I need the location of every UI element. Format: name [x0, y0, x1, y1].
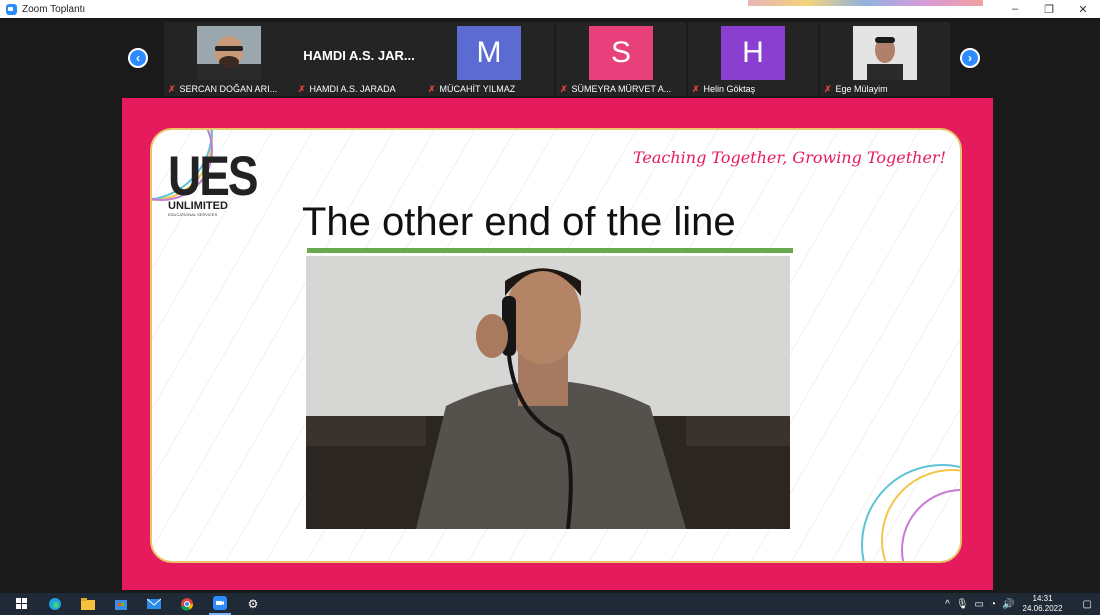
- participant-name: Helin Göktaş: [703, 84, 756, 94]
- ues-logo: UES UNLIMITED EDUCATIONAL SERVICES: [168, 144, 259, 217]
- wifi-icon[interactable]: ◔: [990, 599, 996, 610]
- chevron-right-icon: ›: [968, 51, 972, 65]
- participant-tile[interactable]: ✗ SERCAN DOĞAN ARI...: [164, 22, 294, 96]
- logo-subtext: EDUCATIONAL SERVICES: [168, 212, 218, 217]
- clock-time: 14:31: [1032, 594, 1053, 603]
- muted-mic-icon: ✗: [168, 83, 176, 94]
- title-underline: [307, 248, 793, 253]
- participant-avatar: S: [589, 26, 653, 80]
- shared-screen: UES UNLIMITED EDUCATIONAL SERVICES Teach…: [122, 98, 993, 590]
- chrome-icon[interactable]: [176, 593, 198, 615]
- participant-display-name: HAMDI A.S. JAR...: [303, 48, 415, 63]
- close-button[interactable]: ✕: [1066, 0, 1100, 18]
- participant-photo: [197, 26, 261, 80]
- participant-strip: ‹ ✗ SERCAN DOĞAN ARI... HAMDI A.S. JAR...…: [0, 18, 1100, 98]
- volume-icon[interactable]: 🔊: [1002, 599, 1014, 610]
- participant-name: Ege Mülayim: [835, 84, 888, 94]
- muted-mic-icon: ✗: [560, 83, 568, 94]
- participant-avatar: H: [721, 26, 785, 80]
- decorative-arcs-icon: [861, 464, 960, 561]
- settings-gear-icon[interactable]: ⚙: [242, 593, 264, 615]
- participant-tile[interactable]: H ✗ Helin Göktaş: [688, 22, 818, 96]
- slide-image: [306, 256, 790, 529]
- logo-text: UES: [168, 144, 259, 207]
- windows-taskbar: ⚙ ^ 🎙 ▭ ◔ 🔊 14:31 24.06.2022 ▢: [0, 593, 1100, 615]
- participant-tile[interactable]: ✗ Ege Mülayim: [820, 22, 950, 96]
- decorative-banner: [748, 0, 983, 6]
- window-title: Zoom Toplantı: [22, 3, 86, 15]
- participant-tile[interactable]: HAMDI A.S. JAR... ✗ HAMDI A.S. JARADA: [294, 22, 424, 96]
- title-bar: Zoom Toplantı – ❐ ✕: [0, 0, 1100, 18]
- system-tray: ^ 🎙 ▭ ◔ 🔊 14:31 24.06.2022 ▢: [939, 593, 1100, 615]
- edge-browser-icon[interactable]: [44, 593, 66, 615]
- next-page-button[interactable]: ›: [960, 48, 980, 68]
- slide-tagline: Teaching Together, Growing Together!: [632, 148, 946, 167]
- muted-mic-icon: ✗: [298, 83, 306, 94]
- taskbar-clock[interactable]: 14:31 24.06.2022: [1023, 594, 1063, 614]
- chevron-up-icon[interactable]: ^: [945, 599, 950, 610]
- prev-page-button[interactable]: ‹: [128, 48, 148, 68]
- file-explorer-icon[interactable]: [77, 593, 99, 615]
- mail-icon[interactable]: [143, 593, 165, 615]
- window-controls: – ❐ ✕: [998, 0, 1100, 18]
- windows-start-icon[interactable]: [11, 593, 33, 615]
- minimize-button[interactable]: –: [998, 0, 1032, 18]
- zoom-app-icon: [6, 3, 17, 15]
- muted-mic-icon: ✗: [692, 83, 700, 94]
- microphone-icon[interactable]: 🎙: [956, 599, 969, 610]
- participant-tile[interactable]: S ✗ SÜMEYRA MÜRVET A...: [556, 22, 686, 96]
- participant-name: HAMDI A.S. JARADA: [309, 84, 396, 94]
- participant-name: SERCAN DOĞAN ARI...: [179, 84, 278, 94]
- participant-tile[interactable]: M ✗ MÜCAHİT YILMAZ: [424, 22, 554, 96]
- muted-mic-icon: ✗: [824, 83, 832, 94]
- participant-photo: [853, 26, 917, 80]
- chevron-left-icon: ‹: [136, 51, 140, 65]
- store-icon[interactable]: [110, 593, 132, 615]
- zoom-taskbar-icon[interactable]: [209, 593, 231, 615]
- slide-content: UES UNLIMITED EDUCATIONAL SERVICES Teach…: [150, 128, 962, 563]
- network-icon[interactable]: ▭: [975, 599, 984, 610]
- muted-mic-icon: ✗: [428, 83, 436, 94]
- slide-title: The other end of the line: [302, 200, 736, 244]
- notification-icon[interactable]: ▢: [1083, 599, 1092, 610]
- participant-avatar: M: [457, 26, 521, 80]
- restore-button[interactable]: ❐: [1032, 0, 1066, 18]
- participant-name: MÜCAHİT YILMAZ: [439, 84, 516, 94]
- clock-date: 24.06.2022: [1022, 604, 1063, 613]
- participant-name: SÜMEYRA MÜRVET A...: [571, 84, 672, 94]
